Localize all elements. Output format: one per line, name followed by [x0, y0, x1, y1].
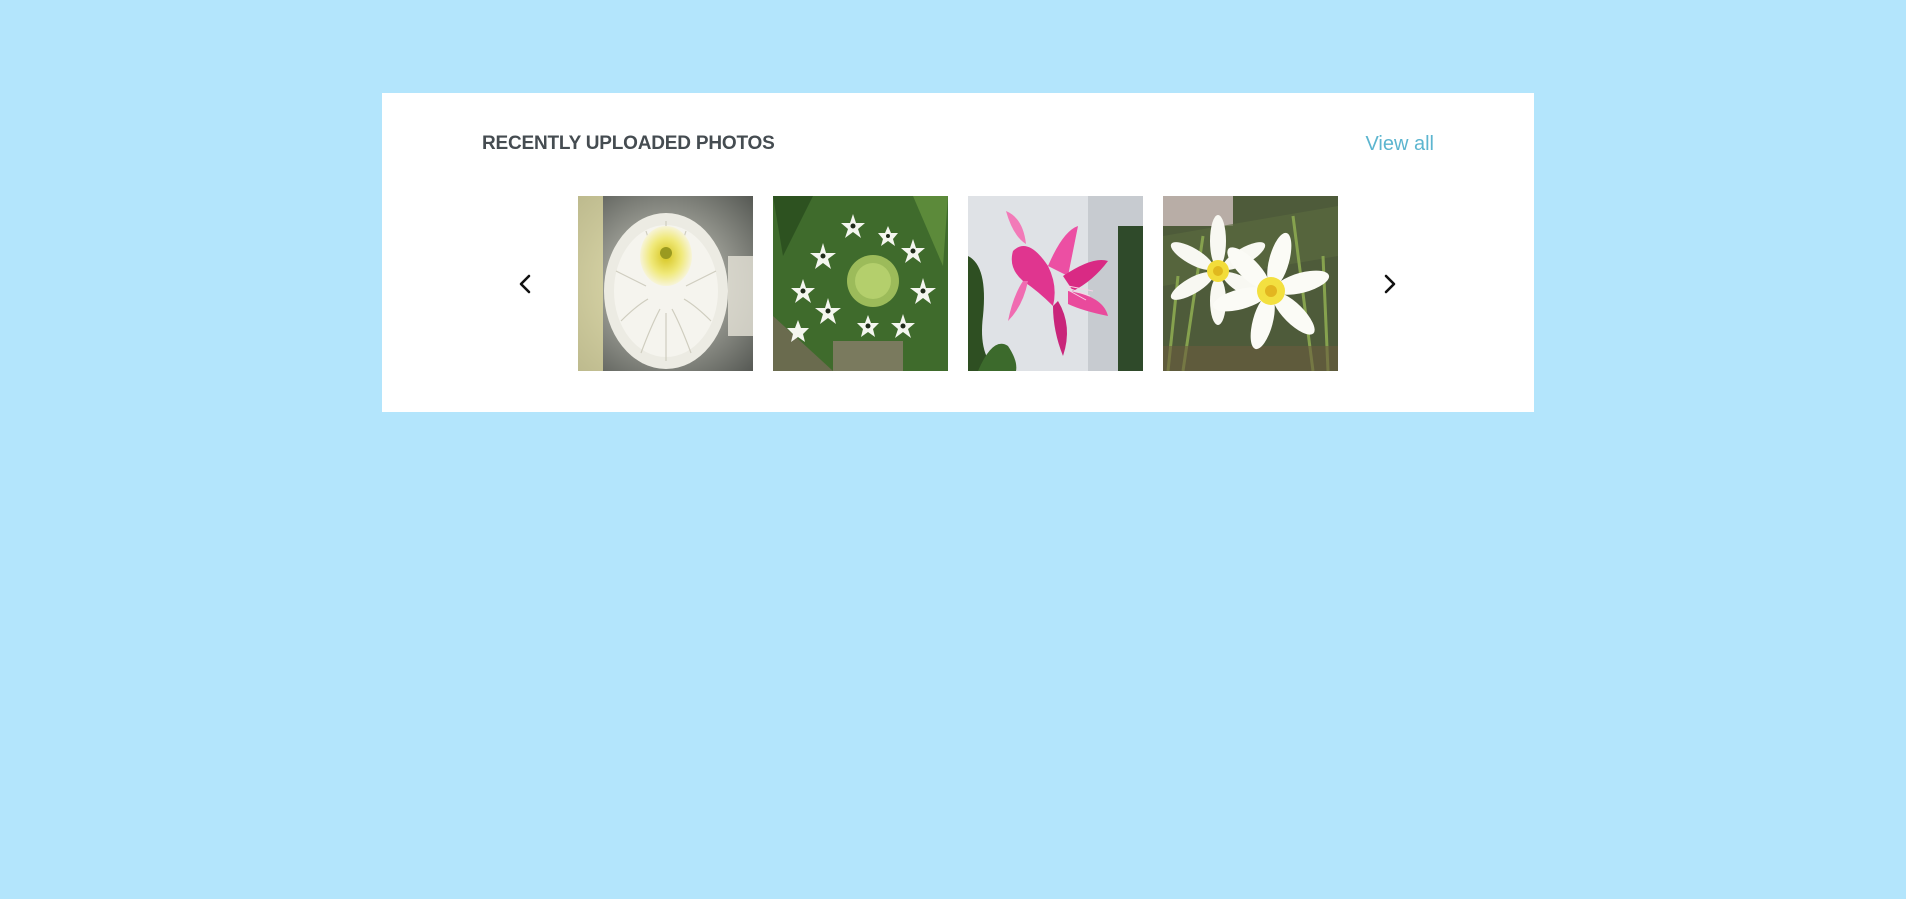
photo-white-yellow-lily — [1163, 196, 1338, 371]
photo-thumbnail[interactable] — [578, 196, 753, 371]
card-header: RECENTLY UPLOADED PHOTOS View all — [482, 133, 1434, 163]
chevron-left-icon — [519, 274, 531, 293]
photo-thumbnail[interactable] — [968, 196, 1143, 371]
carousel-next-button[interactable] — [1360, 196, 1420, 371]
photo-pink-cactus-flower — [968, 196, 1143, 371]
chevron-right-icon — [1384, 274, 1396, 293]
photo-thumbnail[interactable] — [1163, 196, 1338, 371]
photo-white-star-flowers — [773, 196, 948, 371]
recent-photos-card: RECENTLY UPLOADED PHOTOS View all — [382, 93, 1534, 412]
section-title: RECENTLY UPLOADED PHOTOS — [482, 133, 775, 154]
photo-white-chrysanthemum — [578, 196, 753, 371]
photo-carousel — [382, 196, 1534, 371]
view-all-link[interactable]: View all — [1365, 133, 1434, 156]
photo-thumbnail[interactable] — [773, 196, 948, 371]
carousel-prev-button[interactable] — [495, 196, 555, 371]
